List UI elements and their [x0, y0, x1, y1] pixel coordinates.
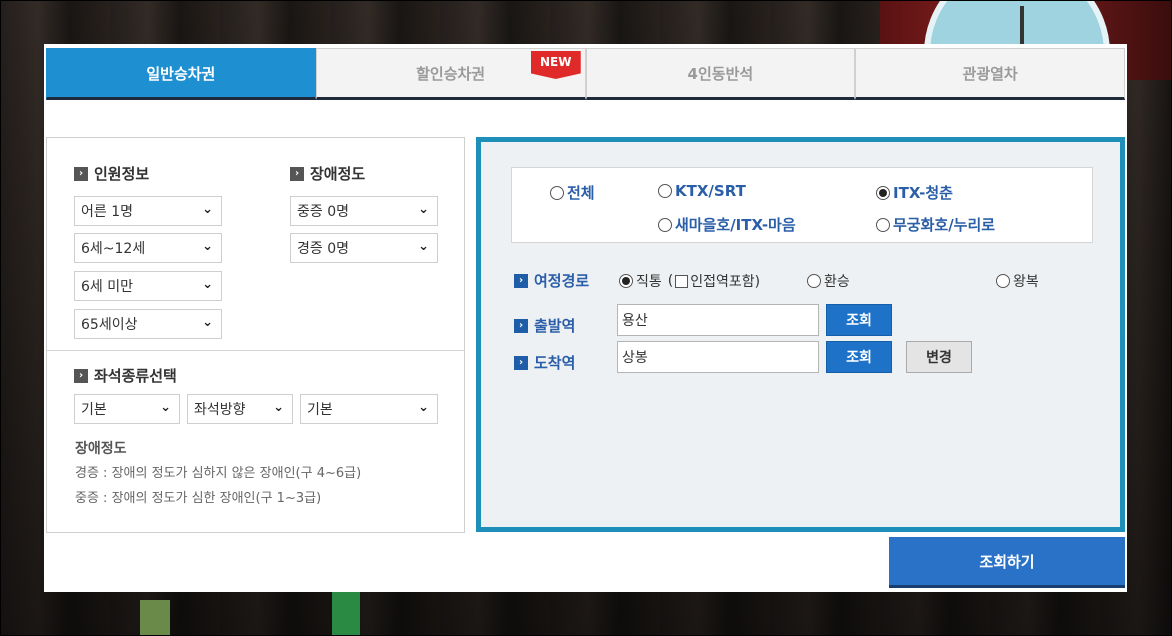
tab-label: 할인승차권: [416, 64, 486, 83]
select-value: 어른 1명: [81, 204, 133, 220]
chevron-right-icon: ›: [514, 273, 528, 288]
radio-label: 무궁화호/누리로: [893, 216, 996, 234]
radio-icon: [658, 184, 672, 198]
passenger-options-box: › 인원정보 › 장애정도 어른 1명 ⌄ 6세~12세 ⌄ 6세 미만 ⌄ 65세이…: [46, 137, 465, 533]
select-value: 경증 0명: [297, 241, 349, 257]
section-title-text: 장애정도: [310, 165, 366, 183]
seat-section-title: › 좌석종류선택: [74, 365, 177, 386]
exit-sign-icon: [332, 590, 360, 636]
adult-count-select[interactable]: 어른 1명 ⌄: [74, 196, 222, 226]
route-direct[interactable]: 직통 ( 인접역포함): [619, 271, 760, 291]
section-title-text: 인원정보: [94, 165, 150, 183]
select-value: 좌석방향: [194, 402, 246, 418]
chevron-down-icon: ⌄: [202, 202, 213, 217]
chevron-down-icon: ⌄: [202, 277, 213, 292]
tab-label: 4인동반석: [687, 64, 754, 83]
search-trains-button[interactable]: 조회하기: [889, 537, 1125, 588]
radio-icon: [658, 217, 672, 232]
seat-position-select[interactable]: 기본 ⌄: [300, 394, 438, 424]
chevron-right-icon: ›: [514, 318, 528, 333]
chevron-down-icon: ⌄: [418, 202, 429, 217]
chevron-down-icon: ⌄: [202, 239, 213, 254]
arrival-station-input[interactable]: [617, 341, 819, 373]
chevron-down-icon: ⌄: [418, 400, 429, 415]
disability-note-title: 장애정도: [75, 441, 127, 457]
radio-label: ITX-청춘: [893, 184, 953, 202]
swap-stations-button[interactable]: 변경: [906, 341, 972, 373]
select-value: 65세이상: [81, 317, 138, 333]
disability-note-severe: 중증 : 장애의 정도가 심한 장애인(구 1~3급): [75, 491, 322, 506]
senior-count-select[interactable]: 65세이상 ⌄: [74, 309, 222, 339]
label-text: 도착역: [534, 354, 576, 372]
ticket-tabs: 일반승차권 할인승차권 NEW 4인동반석 관광열차: [46, 48, 1125, 100]
section-title-text: 좌석종류선택: [94, 367, 177, 385]
select-value: 6세~12세: [81, 241, 146, 257]
chevron-down-icon: ⌄: [418, 239, 429, 254]
select-value: 기본: [307, 402, 333, 418]
departure-label: › 출발역: [514, 315, 575, 336]
ticket-search-panel: 일반승차권 할인승차권 NEW 4인동반석 관광열차 › 인원정보 › 장애정도…: [44, 44, 1127, 592]
include-adjacent-checkbox[interactable]: [675, 274, 689, 288]
radio-icon: [807, 274, 821, 288]
arrival-lookup-button[interactable]: 조회: [826, 341, 892, 373]
radio-label: 전체: [567, 184, 595, 202]
radio-label: 직통: [636, 274, 662, 290]
radio-label: 왕복: [1013, 274, 1039, 290]
chevron-right-icon: ›: [74, 166, 88, 181]
tab-tour-train[interactable]: 관광열차: [855, 48, 1125, 100]
tab-discount-ticket[interactable]: 할인승차권 NEW: [315, 48, 586, 100]
route-round-trip[interactable]: 왕복: [996, 271, 1039, 291]
train-type-ktx[interactable]: KTX/SRT: [658, 182, 746, 200]
radio-label: 환승: [824, 274, 850, 290]
radio-checked-icon: [876, 185, 890, 200]
train-type-all[interactable]: 전체: [550, 182, 595, 203]
departure-station-input[interactable]: [617, 304, 819, 336]
checkbox-label: 인접역포함): [690, 274, 761, 290]
route-label: › 여정경로: [514, 270, 589, 291]
route-options-box: 전체 KTX/SRT ITX-청춘 새마을호/ITX-마음 무궁화호/누리로 ›…: [476, 137, 1125, 532]
tab-general-ticket[interactable]: 일반승차권: [46, 48, 316, 100]
chevron-right-icon: ›: [514, 355, 528, 370]
emergency-sign-icon: [140, 600, 170, 636]
divider: [47, 350, 464, 351]
seat-direction-select[interactable]: 좌석방향 ⌄: [187, 394, 293, 424]
train-type-itx-cheongchun[interactable]: ITX-청춘: [876, 182, 953, 203]
train-type-saemaeul[interactable]: 새마을호/ITX-마음: [658, 214, 796, 235]
infant-count-select[interactable]: 6세 미만 ⌄: [74, 271, 222, 301]
select-value: 중증 0명: [297, 204, 349, 220]
chevron-right-icon: ›: [290, 166, 304, 181]
train-type-box: 전체 KTX/SRT ITX-청춘 새마을호/ITX-마음 무궁화호/누리로: [511, 167, 1093, 243]
disability-section-title: › 장애정도: [290, 163, 365, 184]
route-transfer[interactable]: 환승: [807, 271, 850, 291]
new-badge: NEW: [530, 51, 581, 79]
radio-icon: [996, 274, 1010, 288]
radio-icon: [550, 185, 564, 200]
chevron-right-icon: ›: [74, 368, 88, 383]
disability-note-mild: 경증 : 장애의 정도가 심하지 않은 장애인(구 4~6급): [75, 466, 362, 481]
select-value: 6세 미만: [81, 279, 133, 295]
select-value: 기본: [81, 402, 107, 418]
radio-label: 새마을호/ITX-마음: [675, 216, 796, 234]
chevron-down-icon: ⌄: [160, 400, 171, 415]
radio-icon: [876, 217, 890, 232]
arrival-label: › 도착역: [514, 352, 575, 373]
label-text: 출발역: [534, 317, 576, 335]
chevron-down-icon: ⌄: [273, 400, 284, 415]
chevron-down-icon: ⌄: [202, 315, 213, 330]
tab-group-seat[interactable]: 4인동반석: [585, 48, 856, 100]
tab-label: 일반승차권: [146, 64, 216, 83]
label-text: 여정경로: [534, 272, 590, 290]
tab-label: 관광열차: [962, 64, 1018, 83]
paren-text: (: [667, 273, 674, 289]
passenger-section-title: › 인원정보: [74, 163, 149, 184]
radio-checked-icon: [619, 274, 633, 288]
seat-type-select[interactable]: 기본 ⌄: [74, 394, 180, 424]
severe-disability-select[interactable]: 중증 0명 ⌄: [290, 196, 438, 226]
radio-label: KTX/SRT: [675, 182, 746, 200]
mild-disability-select[interactable]: 경증 0명 ⌄: [290, 233, 438, 263]
train-type-mugunghwa[interactable]: 무궁화호/누리로: [876, 214, 995, 235]
child-count-select[interactable]: 6세~12세 ⌄: [74, 233, 222, 263]
departure-lookup-button[interactable]: 조회: [826, 304, 892, 336]
